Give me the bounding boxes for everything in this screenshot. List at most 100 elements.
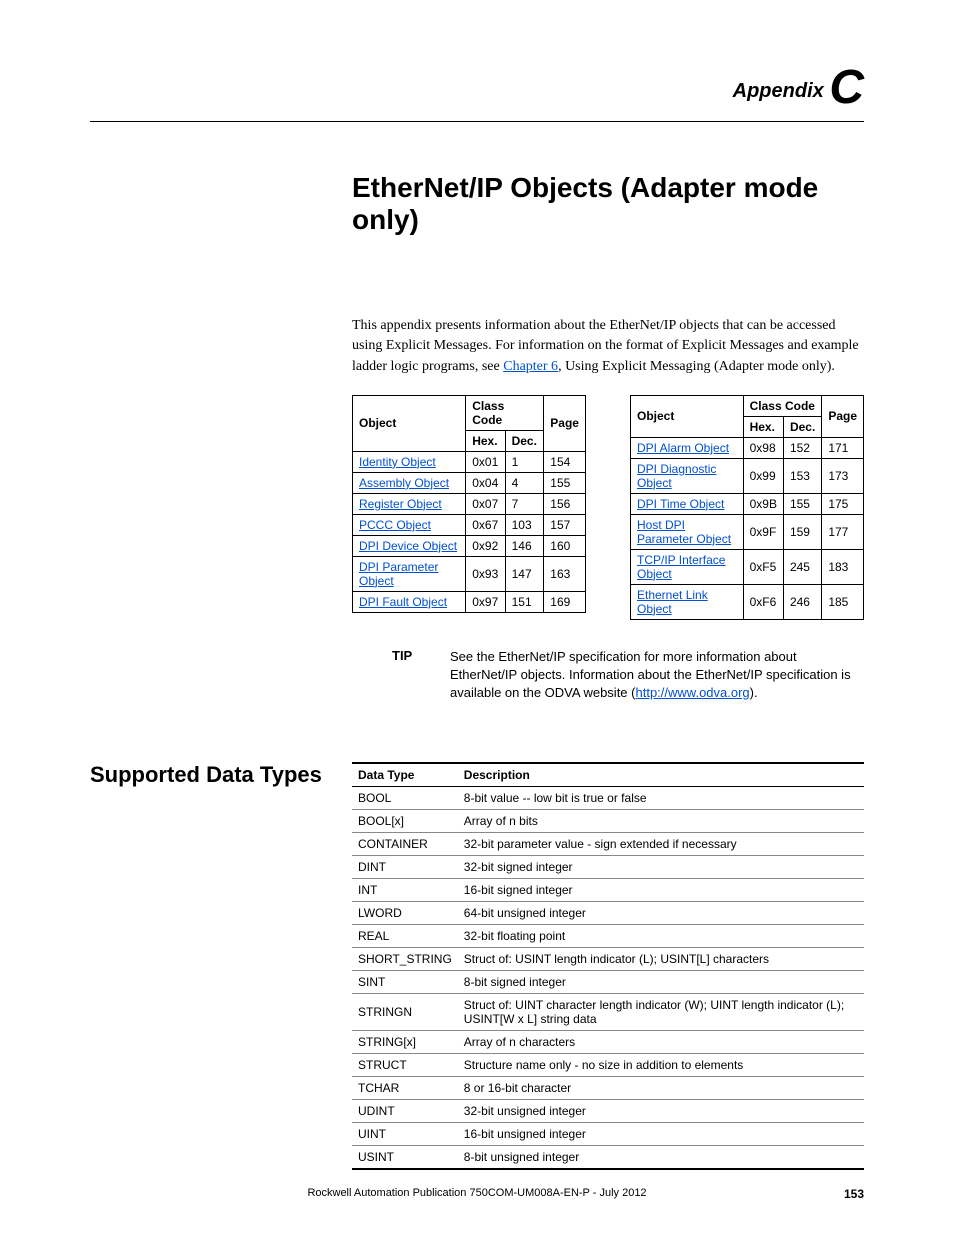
cell-type: TCHAR	[352, 1077, 458, 1100]
page-title: EtherNet/IP Objects (Adapter mode only)	[352, 172, 864, 236]
object-link[interactable]: DPI Parameter Object	[359, 560, 438, 588]
cell-hex: 0x93	[466, 556, 505, 591]
table-row: TCHAR8 or 16-bit character	[352, 1077, 864, 1100]
object-link[interactable]: DPI Fault Object	[359, 595, 447, 609]
cell-hex: 0x9B	[743, 493, 783, 514]
intro-text-b: , Using Explicit Messaging (Adapter mode…	[558, 359, 835, 374]
obj-table-left: Object Class Code Page Hex. Dec. Identit…	[352, 395, 586, 613]
table-row: Register Object0x077156	[353, 493, 586, 514]
object-link[interactable]: Ethernet Link Object	[637, 588, 708, 616]
cell-dec: 159	[783, 514, 821, 549]
cell-dec: 1	[505, 451, 544, 472]
appendix-header: Appendix C	[90, 60, 864, 115]
datatypes-table: Data Type Description BOOL8-bit value --…	[352, 762, 864, 1170]
odva-link[interactable]: http://www.odva.org	[635, 685, 749, 700]
publication-info: Rockwell Automation Publication 750COM-U…	[307, 1187, 646, 1199]
table-row: USINT8-bit unsigned integer	[352, 1146, 864, 1170]
cell-type: SINT	[352, 971, 458, 994]
col-dec: Dec.	[783, 416, 821, 437]
objects-table-left: Object Class Code Page Hex. Dec. Identit…	[352, 395, 586, 620]
datatypes-heading: Supported Data Types	[90, 762, 322, 1170]
cell-dec: 103	[505, 514, 544, 535]
cell-type: DINT	[352, 856, 458, 879]
object-link[interactable]: DPI Alarm Object	[637, 441, 729, 455]
cell-desc: 8-bit value -- low bit is true or false	[458, 787, 864, 810]
cell-desc: 32-bit unsigned integer	[458, 1100, 864, 1123]
cell-type: UINT	[352, 1123, 458, 1146]
table-row: DPI Parameter Object0x93147163	[353, 556, 586, 591]
objects-tables: Object Class Code Page Hex. Dec. Identit…	[352, 395, 864, 620]
cell-desc: 32-bit signed integer	[458, 856, 864, 879]
table-row: DPI Alarm Object0x98152171	[631, 437, 864, 458]
table-row: LWORD64-bit unsigned integer	[352, 902, 864, 925]
object-link[interactable]: DPI Time Object	[637, 497, 724, 511]
object-link[interactable]: PCCC Object	[359, 518, 431, 532]
cell-page: 157	[544, 514, 586, 535]
cell-page: 163	[544, 556, 586, 591]
cell-desc: Struct of: USINT length indicator (L); U…	[458, 948, 864, 971]
cell-type: BOOL	[352, 787, 458, 810]
table-row: DPI Diagnostic Object0x99153173	[631, 458, 864, 493]
cell-dec: 245	[783, 549, 821, 584]
object-link[interactable]: Register Object	[359, 497, 442, 511]
cell-type: USINT	[352, 1146, 458, 1170]
table-row: DPI Time Object 0x9B155175	[631, 493, 864, 514]
table-row: DPI Fault Object0x97151169	[353, 591, 586, 612]
cell-desc: 8-bit unsigned integer	[458, 1146, 864, 1170]
cell-dec: 152	[783, 437, 821, 458]
object-link[interactable]: TCP/IP Interface Object	[637, 553, 725, 581]
cell-type: STRING[x]	[352, 1031, 458, 1054]
col-dec: Dec.	[505, 430, 544, 451]
cell-hex: 0x07	[466, 493, 505, 514]
cell-type: LWORD	[352, 902, 458, 925]
cell-dec: 146	[505, 535, 544, 556]
cell-desc: 16-bit signed integer	[458, 879, 864, 902]
datatypes-section: Supported Data Types Data Type Descripti…	[90, 762, 864, 1170]
cell-page: 175	[822, 493, 864, 514]
cell-page: 169	[544, 591, 586, 612]
chapter-link[interactable]: Chapter 6	[503, 359, 558, 374]
table-row: Identity Object0x011154	[353, 451, 586, 472]
intro-paragraph: This appendix presents information about…	[352, 316, 864, 377]
col-classcode: Class Code	[743, 395, 822, 416]
table-row: STRING[x]Array of n characters	[352, 1031, 864, 1054]
page-footer: Rockwell Automation Publication 750COM-U…	[90, 1187, 864, 1199]
col-page: Page	[544, 395, 586, 451]
cell-hex: 0x97	[466, 591, 505, 612]
cell-page: 155	[544, 472, 586, 493]
object-link[interactable]: Assembly Object	[359, 476, 449, 490]
object-link[interactable]: Host DPI Parameter Object	[637, 518, 731, 546]
object-link[interactable]: DPI Device Object	[359, 539, 457, 553]
cell-page: 160	[544, 535, 586, 556]
table-row: DINT32-bit signed integer	[352, 856, 864, 879]
header-rule	[90, 121, 864, 122]
table-row: Host DPI Parameter Object0x9F159177	[631, 514, 864, 549]
table-row: STRINGNStruct of: UINT character length …	[352, 994, 864, 1031]
cell-type: CONTAINER	[352, 833, 458, 856]
cell-page: 183	[822, 549, 864, 584]
cell-type: BOOL[x]	[352, 810, 458, 833]
table-row: STRUCTStructure name only - no size in a…	[352, 1054, 864, 1077]
table-row: Ethernet Link Object0xF6246185	[631, 584, 864, 619]
cell-desc: Struct of: UINT character length indicat…	[458, 994, 864, 1031]
col-object: Object	[353, 395, 466, 451]
cell-page: 171	[822, 437, 864, 458]
cell-page: 173	[822, 458, 864, 493]
cell-desc: 64-bit unsigned integer	[458, 902, 864, 925]
tip-block: TIP See the EtherNet/IP specification fo…	[352, 648, 864, 703]
cell-hex: 0x99	[743, 458, 783, 493]
table-row: DPI Device Object0x92146160	[353, 535, 586, 556]
page-number: 153	[844, 1187, 864, 1201]
cell-hex: 0xF6	[743, 584, 783, 619]
cell-type: STRINGN	[352, 994, 458, 1031]
appendix-word: Appendix	[733, 80, 824, 102]
col-hex: Hex.	[743, 416, 783, 437]
cell-desc: 8 or 16-bit character	[458, 1077, 864, 1100]
table-row: BOOL8-bit value -- low bit is true or fa…	[352, 787, 864, 810]
cell-type: REAL	[352, 925, 458, 948]
cell-dec: 4	[505, 472, 544, 493]
object-link[interactable]: DPI Diagnostic Object	[637, 462, 716, 490]
cell-dec: 155	[783, 493, 821, 514]
table-row: Assembly Object0x044155	[353, 472, 586, 493]
object-link[interactable]: Identity Object	[359, 455, 436, 469]
